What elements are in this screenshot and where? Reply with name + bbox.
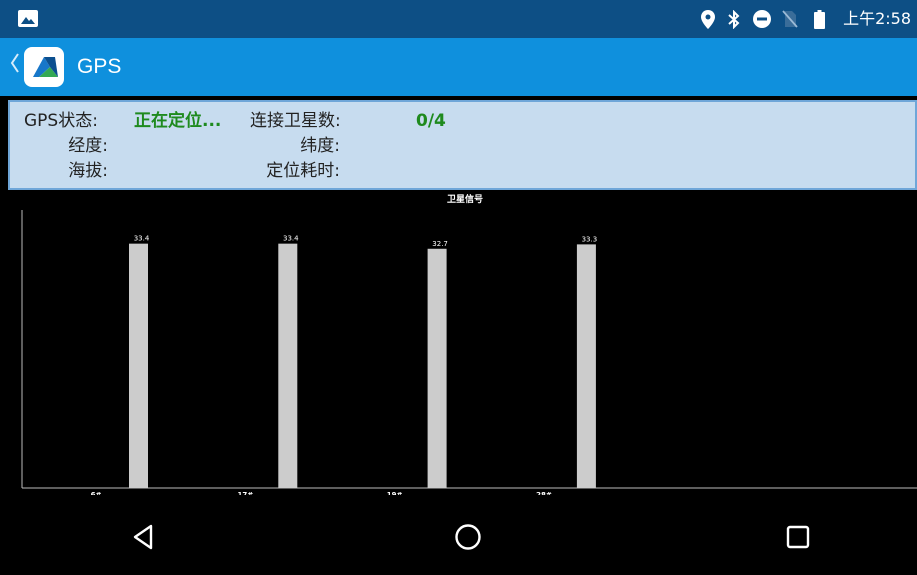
signal-bar [427, 248, 447, 488]
battery-icon [812, 9, 826, 29]
fix-time-label: 定位耗时: [266, 161, 340, 181]
home-icon[interactable] [448, 517, 488, 557]
signal-bar [129, 243, 148, 488]
chart-title: 卫星信号 [447, 193, 483, 205]
gps-status-value: 正在定位... [134, 111, 222, 131]
bluetooth-icon [726, 9, 742, 29]
action-bar: GPS [0, 38, 917, 96]
image-icon [18, 10, 38, 27]
status-time: 上午2:58 [843, 9, 911, 28]
signal-bar [576, 244, 596, 488]
bar-value-label: 32.7 [432, 240, 448, 248]
no-sim-icon [781, 9, 799, 29]
recents-icon[interactable] [778, 517, 818, 557]
status-bar: 上午2:58 [0, 0, 917, 38]
altitude-label: 海拔: [68, 161, 108, 181]
gps-info-panel: GPS状态: 正在定位... 连接卫星数: 0/4 经度: 纬度: 海拔: 定位… [8, 100, 917, 190]
satellites-value: 0/4 [416, 111, 446, 131]
longitude-label: 经度: [68, 136, 108, 156]
bar-value-label: 33.4 [283, 235, 299, 243]
bar-value-label: 33.4 [134, 235, 150, 243]
back-icon[interactable] [123, 517, 163, 557]
page-title: GPS [77, 55, 122, 78]
latitude-label: 纬度: [300, 136, 340, 156]
navigation-bar [0, 495, 917, 575]
app-logo-icon[interactable] [24, 47, 64, 87]
location-icon [700, 9, 716, 29]
satellite-signal-chart: 卫星信号 33.4 6# 33.4 17# 32.7 19# 33.3 28# [8, 192, 917, 495]
back-chevron-icon[interactable] [10, 50, 20, 83]
gps-status-label: GPS状态: [24, 111, 98, 131]
bar-value-label: 33.3 [582, 235, 598, 243]
satellites-label: 连接卫星数: [250, 111, 341, 131]
signal-bar [278, 243, 298, 488]
do-not-disturb-icon [752, 9, 772, 29]
